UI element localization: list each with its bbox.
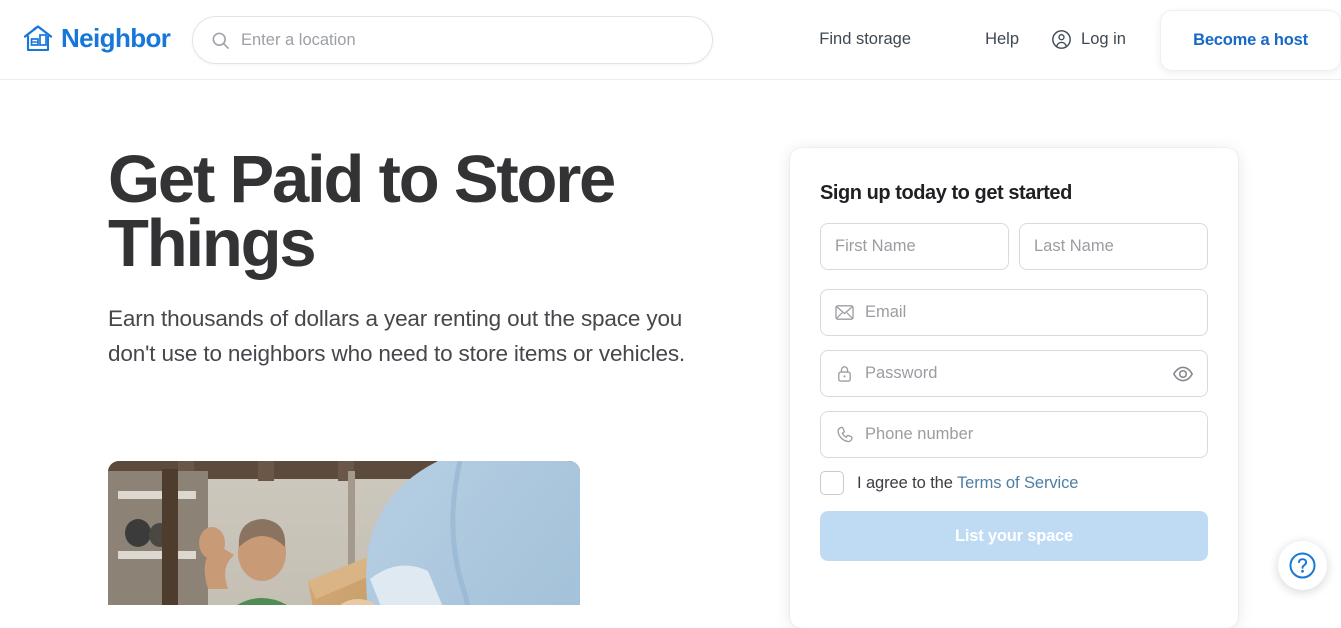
nav-find-storage[interactable]: Find storage (819, 30, 911, 49)
toggle-password-visibility-button[interactable] (1172, 363, 1194, 385)
first-name-input[interactable] (835, 224, 994, 269)
question-circle-icon (1288, 551, 1317, 580)
last-name-field[interactable] (1019, 223, 1208, 270)
phone-input[interactable] (865, 412, 1193, 457)
eye-icon (1172, 363, 1194, 385)
name-row (820, 223, 1208, 282)
terms-label: I agree to the Terms of Service (857, 474, 1078, 493)
search-icon (211, 31, 230, 50)
first-name-field[interactable] (820, 223, 1009, 270)
brand-logo-link[interactable]: Neighbor (22, 22, 170, 54)
search-input[interactable] (241, 17, 694, 63)
password-field[interactable] (820, 350, 1208, 397)
terms-of-service-link[interactable]: Terms of Service (957, 474, 1078, 492)
hero-photo-image (108, 461, 580, 605)
page-title: Get Paid to Store Things (108, 148, 708, 275)
become-a-host-button[interactable]: Become a host (1160, 10, 1341, 71)
terms-prefix: I agree to the (857, 474, 957, 492)
phone-icon (835, 425, 854, 444)
password-input[interactable] (865, 351, 1193, 396)
envelope-icon (835, 303, 854, 322)
signup-card-title: Sign up today to get started (820, 182, 1208, 205)
page-title-line-2: Things (108, 206, 314, 281)
help-widget-button[interactable] (1278, 541, 1327, 590)
last-name-input[interactable] (1034, 224, 1193, 269)
brand-name: Neighbor (61, 25, 170, 51)
terms-agreement-row: I agree to the Terms of Service (820, 471, 1208, 495)
nav-login-label: Log in (1081, 30, 1126, 49)
email-input[interactable] (865, 290, 1193, 335)
hero-section: Get Paid to Store Things Earn thousands … (108, 148, 708, 371)
list-your-space-button[interactable]: List your space (820, 511, 1208, 561)
email-field[interactable] (820, 289, 1208, 336)
signup-card: Sign up today to get started (790, 148, 1238, 628)
site-header: Neighbor Find storage Help Log in Become… (0, 0, 1341, 80)
phone-field[interactable] (820, 411, 1208, 458)
hero-photo (108, 461, 580, 605)
hero-subtitle: Earn thousands of dollars a year renting… (108, 301, 693, 371)
house-storage-icon (22, 22, 54, 54)
lock-icon (835, 364, 854, 383)
nav-login[interactable]: Log in (1051, 29, 1126, 50)
nav-help[interactable]: Help (985, 30, 1019, 49)
location-search-bar[interactable] (192, 16, 713, 64)
user-circle-icon (1051, 29, 1072, 50)
terms-checkbox[interactable] (820, 471, 844, 495)
